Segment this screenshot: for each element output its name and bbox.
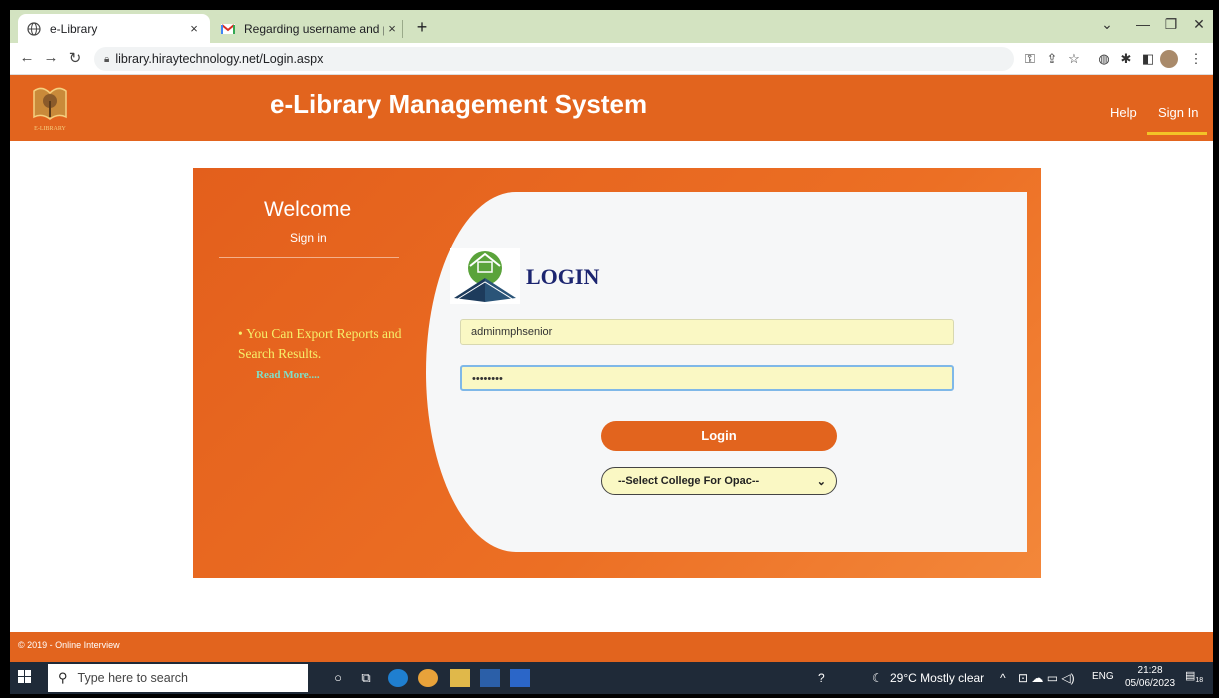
password-input[interactable]: ••••••••: [460, 365, 954, 391]
welcome-heading: Welcome: [264, 198, 352, 221]
nav-active-underline: [1147, 132, 1207, 135]
new-tab-button[interactable]: +: [410, 17, 434, 38]
windows-taskbar: ⚲ Type here to search ○ ⧉ ? ☾ 29°C Mostl…: [10, 662, 1213, 694]
college-select-value: --Select College For Opac--: [618, 475, 760, 487]
tray-expand-icon[interactable]: ^: [1000, 671, 1006, 685]
lock-icon: 🔒︎: [104, 53, 110, 65]
back-icon[interactable]: ←: [16, 49, 38, 66]
file-explorer-icon[interactable]: [450, 669, 470, 687]
signin-subheading: Sign in: [290, 231, 327, 245]
profile-avatar[interactable]: [1160, 50, 1178, 68]
minimize-icon[interactable]: —: [1128, 16, 1158, 32]
reload-icon[interactable]: ↻: [64, 49, 86, 67]
login-button[interactable]: Login: [601, 421, 837, 451]
tab-separator: [402, 20, 403, 38]
read-more-link[interactable]: Read More....: [256, 369, 320, 381]
nav-help-link[interactable]: Help: [1110, 105, 1137, 120]
browser-toolbar: ← → ↻ 🔒︎ library.hiraytechnology.net/Log…: [10, 43, 1213, 75]
college-select[interactable]: --Select College For Opac-- ⌄: [601, 467, 837, 495]
login-title: LOGIN: [526, 264, 600, 289]
chevron-down-icon: ⌄: [816, 475, 826, 488]
tab-search-icon[interactable]: ⌄: [1092, 16, 1122, 33]
weather-text[interactable]: 29°C Mostly clear: [890, 671, 984, 685]
gmail-icon: [220, 21, 236, 37]
sidepanel-icon[interactable]: ◧: [1138, 51, 1158, 67]
elibrary-logo[interactable]: E-LIBRARY: [30, 83, 70, 133]
close-tab-icon[interactable]: ×: [384, 21, 400, 36]
key-icon[interactable]: ⚿: [1020, 51, 1040, 67]
share-icon[interactable]: ⇪: [1042, 51, 1062, 67]
notification-icon[interactable]: ▤18: [1185, 669, 1203, 687]
extension-icon[interactable]: ◍: [1094, 51, 1114, 67]
tab-gmail[interactable]: Regarding username and passwo ×: [212, 14, 408, 43]
tab-strip: e-Library × Regarding username and passw…: [10, 10, 1213, 43]
teams-icon[interactable]: [480, 669, 500, 687]
menu-icon[interactable]: ⋮: [1186, 51, 1206, 67]
feature-bullet: • You Can Export Reports and Search Resu…: [238, 326, 402, 361]
taskbar-search[interactable]: ⚲ Type here to search: [48, 664, 308, 692]
book-logo-icon: [450, 248, 520, 304]
windows-start-icon[interactable]: [18, 670, 32, 687]
footer-text: © 2019 - Online Interview: [18, 640, 120, 650]
puzzle-icon[interactable]: ✱: [1116, 51, 1136, 67]
word-icon[interactable]: [510, 669, 530, 687]
site-header: E-LIBRARY e-Library Management System He…: [10, 75, 1213, 141]
task-view-icon[interactable]: ⧉: [356, 669, 376, 687]
bookmark-star-icon[interactable]: ☆: [1064, 51, 1084, 67]
site-title: e-Library Management System: [270, 89, 648, 119]
chrome-icon[interactable]: [418, 669, 438, 687]
cortana-icon[interactable]: ○: [328, 669, 348, 687]
tab-title: Regarding username and passwo: [244, 21, 384, 36]
tray-icons[interactable]: ⊡ ☁ ▭ ◁): [1018, 671, 1075, 685]
svg-text:E-LIBRARY: E-LIBRARY: [34, 126, 66, 132]
tab-elibrary[interactable]: e-Library ×: [18, 14, 210, 43]
close-tab-icon[interactable]: ×: [186, 21, 202, 36]
taskbar-search-placeholder: Type here to search: [77, 671, 189, 685]
globe-icon: [26, 21, 42, 37]
edge-icon[interactable]: [388, 669, 408, 687]
close-window-icon[interactable]: ✕: [1184, 16, 1213, 33]
address-bar[interactable]: 🔒︎ library.hiraytechnology.net/Login.asp…: [94, 47, 1014, 71]
clock[interactable]: 21:28 05/06/2023: [1125, 664, 1175, 690]
search-icon: ⚲: [58, 670, 68, 685]
divider: [219, 257, 399, 258]
weather-icon[interactable]: ☾: [872, 671, 883, 685]
tab-title: e-Library: [50, 21, 98, 36]
language-indicator[interactable]: ENG: [1092, 671, 1114, 682]
clock-time: 21:28: [1137, 665, 1163, 676]
forward-icon[interactable]: →: [40, 49, 62, 66]
username-input[interactable]: adminmphsenior: [460, 319, 954, 345]
site-footer: © 2019 - Online Interview: [10, 632, 1213, 662]
browser-window: e-Library × Regarding username and passw…: [10, 10, 1213, 694]
clock-date: 05/06/2023: [1125, 678, 1176, 689]
restore-icon[interactable]: ❐: [1156, 16, 1186, 33]
nav-signin-link[interactable]: Sign In: [1158, 105, 1198, 120]
help-icon[interactable]: ?: [818, 671, 825, 685]
url-text: library.hiraytechnology.net/Login.aspx: [115, 52, 324, 66]
